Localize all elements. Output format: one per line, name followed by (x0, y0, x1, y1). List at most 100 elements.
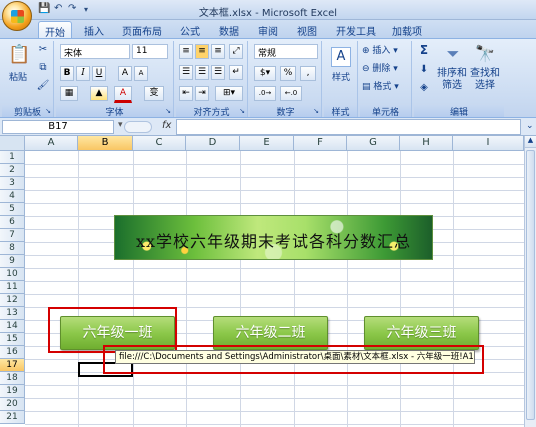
font-name-select[interactable]: 宋体 (60, 44, 130, 59)
align-middle-icon[interactable]: ≡ (195, 44, 209, 59)
column-header-f[interactable]: F (294, 136, 347, 151)
name-box[interactable]: B17 (2, 120, 114, 134)
tab-page-layout[interactable]: 页面布局 (116, 21, 168, 38)
select-all-corner[interactable] (0, 136, 25, 151)
format-cells-button[interactable]: ▤ 格式 ▾ (362, 80, 410, 94)
row-header[interactable]: 7 (0, 229, 25, 242)
format-painter-icon[interactable]: 🖌 (36, 79, 50, 93)
row-header[interactable]: 2 (0, 164, 25, 177)
font-launcher-icon[interactable]: ↘ (165, 107, 171, 115)
tab-data[interactable]: 数据 (213, 21, 245, 38)
expand-formula-icon[interactable]: ⌄ (526, 121, 534, 131)
cut-icon[interactable]: ✂ (36, 43, 50, 57)
column-header-d[interactable]: D (186, 136, 240, 151)
row-header[interactable]: 18 (0, 372, 25, 385)
tab-review[interactable]: 审阅 (252, 21, 284, 38)
worksheet-grid[interactable]: A B C D E F G H I 1 2 3 4 5 6 7 8 9 10 1… (0, 136, 536, 427)
row-header[interactable]: 3 (0, 177, 25, 190)
column-header-b[interactable]: B (78, 136, 133, 151)
row-header[interactable]: 1 (0, 151, 25, 164)
insert-function-button[interactable]: fx (162, 120, 174, 131)
name-box-dropdown-icon[interactable]: ▾ (118, 120, 123, 130)
tab-home[interactable]: 开始 (38, 21, 72, 39)
row-header[interactable]: 16 (0, 346, 25, 359)
orientation-icon[interactable]: ⤢ (229, 44, 243, 59)
row-header[interactable]: 21 (0, 411, 25, 424)
font-color-button[interactable]: A (114, 86, 132, 103)
sort-filter-icon[interactable]: ⏷ (440, 43, 466, 65)
shrink-font-button[interactable]: A (134, 66, 148, 81)
find-select-label2[interactable]: 选择 (468, 79, 502, 93)
title-banner[interactable]: xx学校六年级期末考试各科分数汇总 (114, 215, 433, 260)
number-launcher-icon[interactable]: ↘ (313, 107, 319, 115)
clipboard-launcher-icon[interactable]: ↘ (45, 107, 51, 115)
row-header[interactable]: 13 (0, 307, 25, 320)
fill-color-icon[interactable]: ▲ (90, 86, 108, 101)
paste-button[interactable]: 粘贴 (6, 71, 30, 85)
column-header-h[interactable]: H (400, 136, 453, 151)
currency-icon[interactable]: $▾ (254, 66, 276, 81)
number-format-select[interactable]: 常规 (254, 44, 318, 59)
insert-cells-button[interactable]: ⊕ 插入 ▾ (362, 44, 410, 58)
increase-decimal-icon[interactable]: .0→ (254, 86, 276, 101)
align-center-icon[interactable]: ☰ (195, 65, 209, 80)
font-size-select[interactable]: 11 (132, 44, 168, 59)
formula-splitter[interactable] (124, 121, 152, 133)
row-header[interactable]: 12 (0, 294, 25, 307)
tab-insert[interactable]: 插入 (78, 21, 110, 38)
styles-button[interactable]: 样式 (326, 71, 356, 85)
row-header[interactable]: 4 (0, 190, 25, 203)
row-header[interactable]: 20 (0, 398, 25, 411)
sort-filter-label2[interactable]: 筛选 (436, 79, 468, 93)
styles-icon[interactable]: A (331, 47, 351, 67)
delete-cells-button[interactable]: ⊖ 删除 ▾ (362, 62, 410, 76)
align-top-icon[interactable]: ≡ (179, 44, 193, 59)
underline-button[interactable]: U (92, 66, 106, 81)
row-header[interactable]: 15 (0, 333, 25, 346)
merge-center-icon[interactable]: ⊞▾ (215, 86, 243, 101)
column-header-i[interactable]: I (453, 136, 524, 151)
row-header[interactable]: 9 (0, 255, 25, 268)
tab-view[interactable]: 视图 (291, 21, 323, 38)
increase-indent-icon[interactable]: ⇥ (195, 86, 209, 101)
alignment-launcher-icon[interactable]: ↘ (239, 107, 245, 115)
column-header-a[interactable]: A (25, 136, 78, 151)
scroll-up-icon[interactable]: ▲ (525, 136, 536, 148)
wrap-text-icon[interactable]: ↵ (229, 65, 243, 80)
column-header-e[interactable]: E (240, 136, 294, 151)
find-select-icon[interactable]: 🔭 (472, 43, 498, 65)
scroll-thumb[interactable] (526, 150, 535, 420)
borders-icon[interactable]: ▦ (60, 86, 78, 101)
row-header[interactable]: 5 (0, 203, 25, 216)
comma-button[interactable]: , (300, 66, 316, 81)
italic-button[interactable]: I (76, 66, 90, 81)
autosum-button[interactable]: Σ (416, 43, 432, 57)
row-header[interactable]: 8 (0, 242, 25, 255)
percent-button[interactable]: % (280, 66, 296, 81)
fill-icon[interactable]: ⬇ (416, 63, 432, 77)
grow-font-button[interactable]: A (118, 66, 132, 81)
row-header[interactable]: 14 (0, 320, 25, 333)
row-header[interactable]: 17 (0, 359, 25, 372)
bold-button[interactable]: B (60, 66, 74, 81)
phonetic-button[interactable]: 变 (144, 86, 164, 101)
row-header[interactable]: 19 (0, 385, 25, 398)
tab-addins[interactable]: 加载项 (386, 21, 428, 38)
decrease-decimal-icon[interactable]: ←.0 (280, 86, 302, 101)
formula-input[interactable] (176, 119, 521, 135)
row-header[interactable]: 11 (0, 281, 25, 294)
column-header-g[interactable]: G (347, 136, 400, 151)
vertical-scrollbar[interactable]: ▲ (524, 136, 536, 427)
row-header[interactable]: 6 (0, 216, 25, 229)
align-bottom-icon[interactable]: ≡ (211, 44, 225, 59)
paste-icon[interactable]: 📋 (8, 43, 30, 67)
column-header-c[interactable]: C (133, 136, 186, 151)
clear-icon[interactable]: ◈ (416, 81, 432, 95)
decrease-indent-icon[interactable]: ⇤ (179, 86, 193, 101)
tab-developer[interactable]: 开发工具 (330, 21, 382, 38)
tab-formulas[interactable]: 公式 (174, 21, 206, 38)
row-header[interactable]: 10 (0, 268, 25, 281)
office-button[interactable] (2, 1, 32, 31)
align-left-icon[interactable]: ☰ (179, 65, 193, 80)
copy-icon[interactable]: ⧉ (36, 61, 50, 75)
